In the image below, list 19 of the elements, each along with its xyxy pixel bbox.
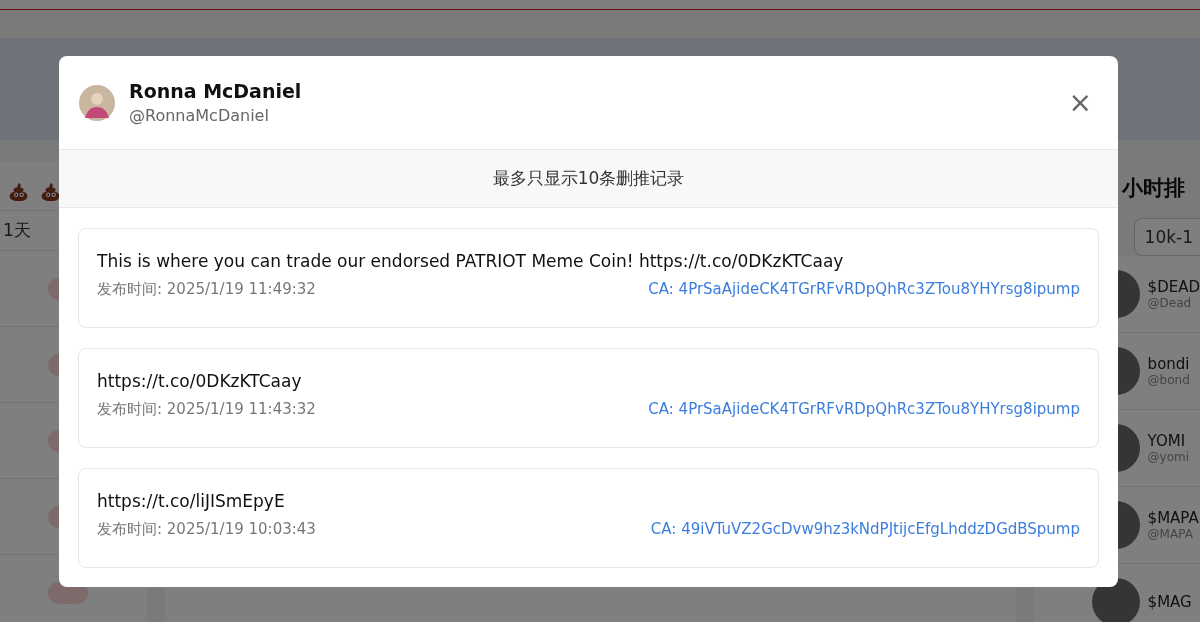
post-time: 发布时间: 2025/1/19 10:03:43 xyxy=(97,520,316,539)
tweet-text: https://t.co/0DKzKTCaay xyxy=(97,371,303,391)
token-handle: @bond xyxy=(1147,373,1190,387)
post-time: 发布时间: 2025/1/19 11:43:32 xyxy=(97,400,316,419)
tweet-text: https://t.co/liJISmEpyE xyxy=(97,491,286,511)
token-name: bondi xyxy=(1147,355,1190,373)
token-handle: @yomi xyxy=(1147,450,1190,464)
token-name: $MAPA xyxy=(1147,509,1199,527)
token-name: $MAG xyxy=(1147,593,1192,611)
token-name: $DEAD xyxy=(1147,278,1200,296)
token-handle: @Dead xyxy=(1147,296,1193,310)
token-handle: @MAPA xyxy=(1147,527,1194,541)
token-name: YOMI xyxy=(1147,432,1187,450)
ranking-title: 小时排 xyxy=(1120,175,1186,202)
notice-text: 最多只显示10条删推记录 xyxy=(492,167,685,190)
tweet-text: This is where you can trade our endorsed PATRIOT Meme Coin! https://t.co/0DKzKTCaay xyxy=(97,251,845,271)
user-handle: @RonnaMcDaniel xyxy=(129,106,270,125)
user-name: Ronna McDaniel xyxy=(129,80,303,102)
post-time: 发布时间: 2025/1/19 11:49:32 xyxy=(97,280,316,299)
